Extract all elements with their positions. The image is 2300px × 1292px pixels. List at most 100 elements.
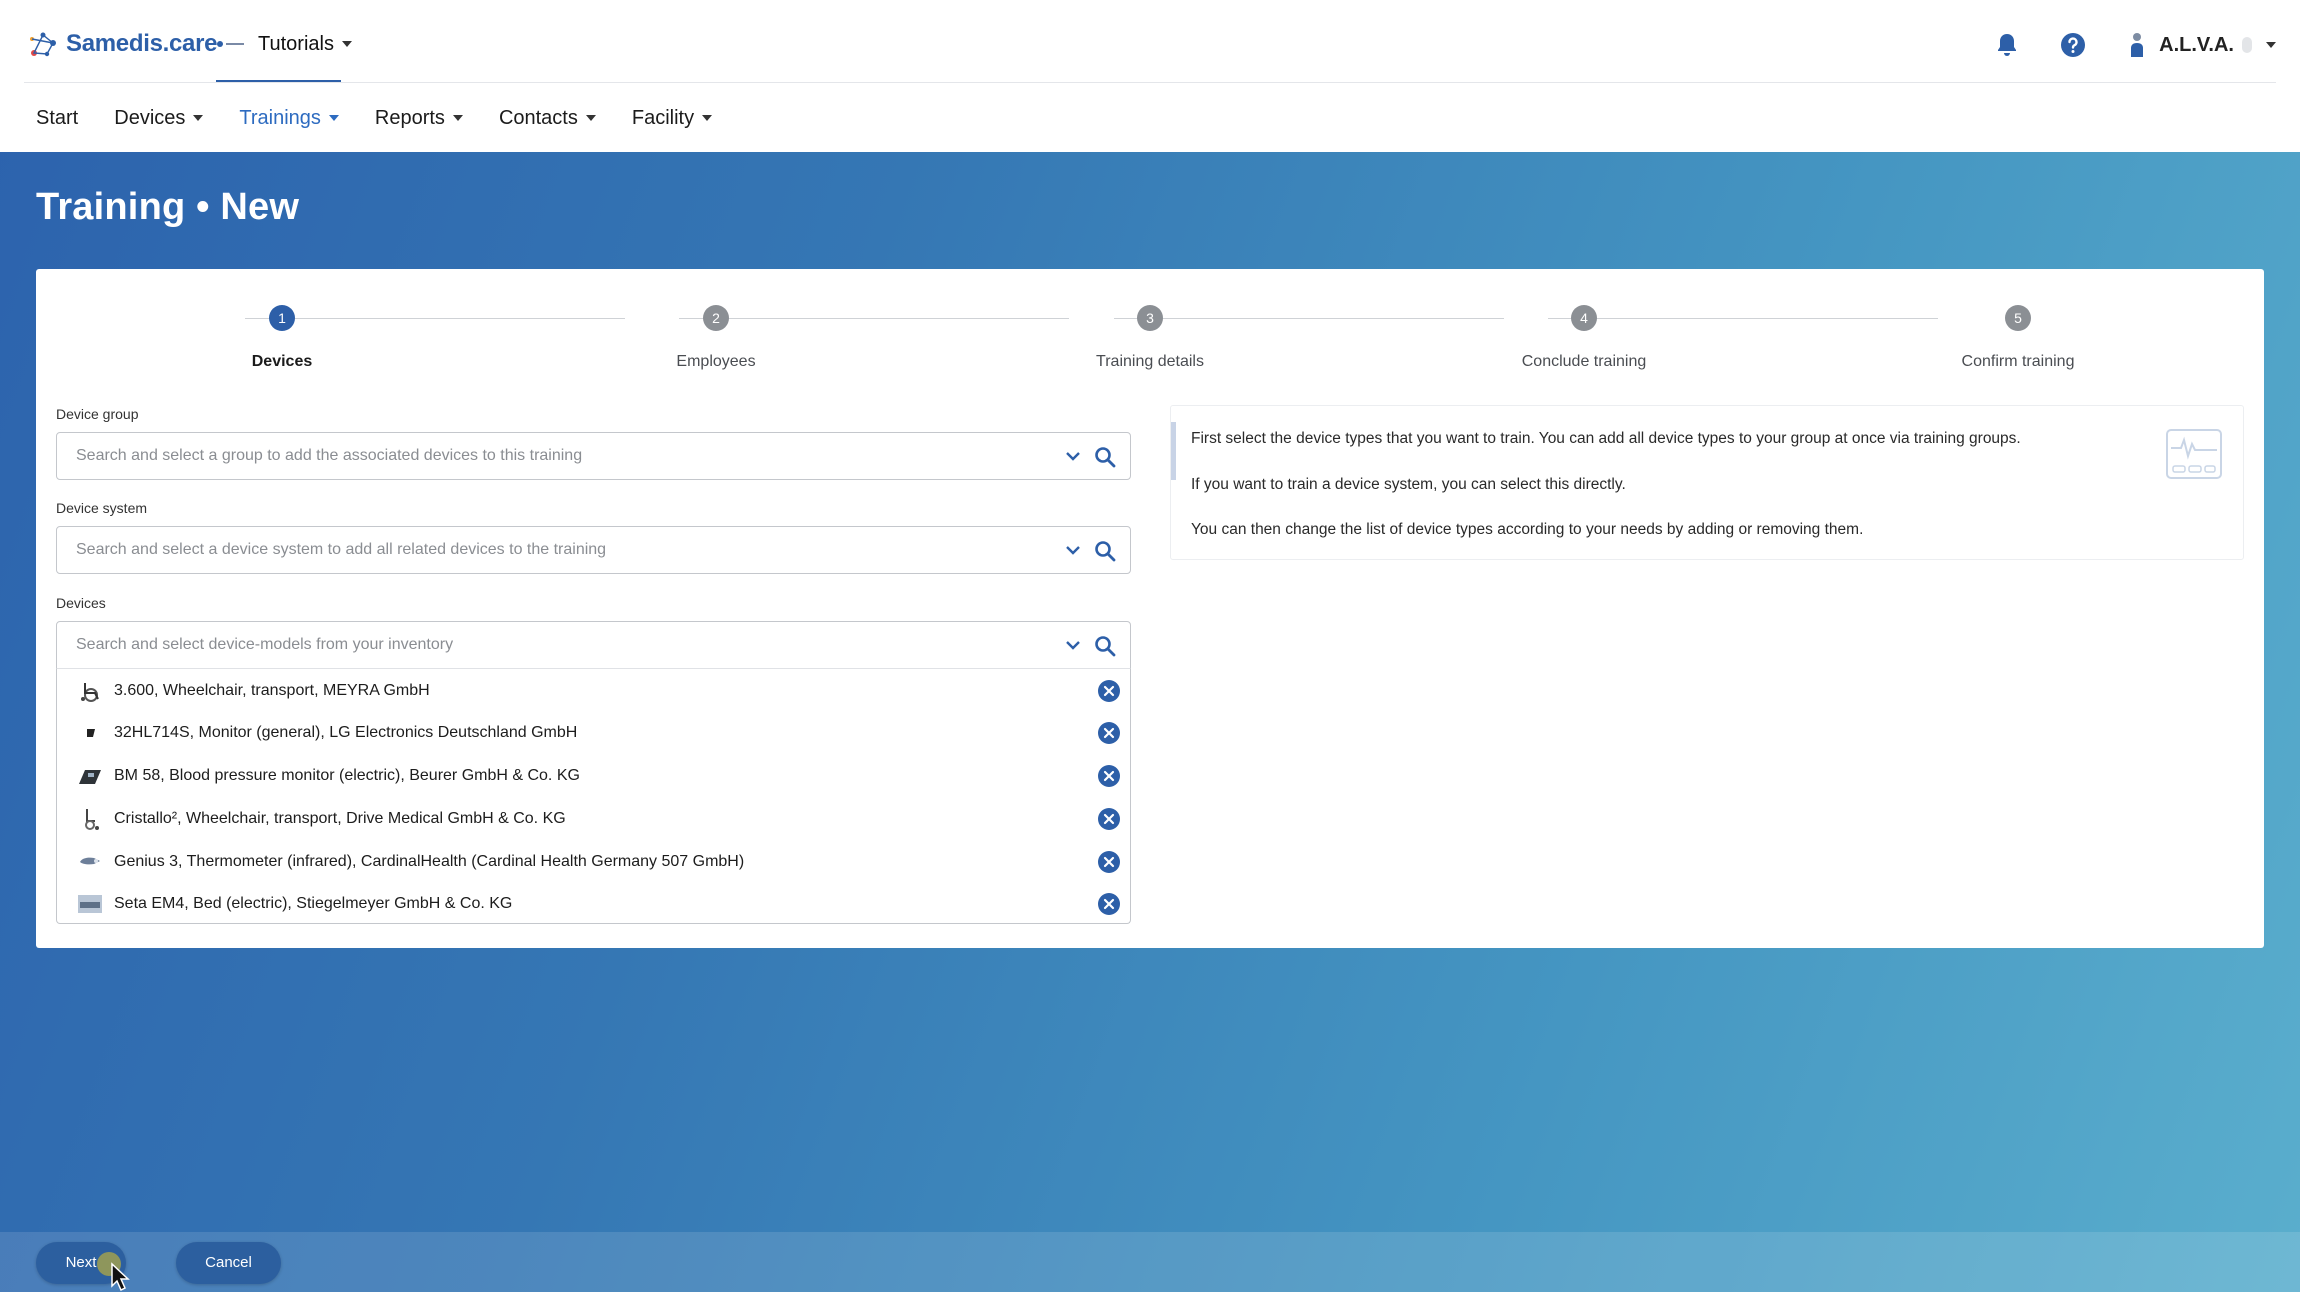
step-label: Employees [676, 353, 756, 370]
nav-item-facility[interactable]: Facility [631, 106, 713, 130]
list-item: 32HL714S, Monitor (general), LG Electron… [57, 712, 1130, 754]
nav-item-label: Contacts [498, 106, 578, 129]
bed-thumbnail [78, 895, 102, 913]
device-system-select[interactable]: Search and select a device system to add… [56, 526, 1131, 574]
close-icon [1103, 813, 1115, 825]
list-item: Genius 3, Thermometer (infrared), Cardin… [57, 841, 1130, 883]
remove-device-button[interactable] [1098, 765, 1120, 787]
wheelchair-thumbnail [81, 683, 99, 702]
remove-device-button[interactable] [1098, 893, 1120, 915]
remove-device-button[interactable] [1098, 808, 1120, 830]
close-icon [1103, 727, 1115, 739]
brand-logo[interactable]: Samedis.care [26, 24, 217, 64]
devices-label: Devices [56, 595, 106, 611]
step-label: Training details [1096, 353, 1204, 370]
nav-item-label: Facility [631, 106, 695, 129]
step-conclude-training[interactable]: 4 Conclude training [1484, 305, 1684, 371]
header-divider [24, 82, 2276, 83]
info-text: First select the device types that you w… [1191, 430, 2021, 447]
tenant-label: Tutorials [258, 32, 334, 55]
samedis-logo-icon [30, 32, 56, 57]
close-icon [1103, 856, 1115, 868]
info-text: If you want to train a device system, yo… [1191, 476, 1626, 493]
device-group-select[interactable]: Search and select a group to add the ass… [56, 432, 1131, 480]
user-avatar-icon [2131, 33, 2144, 57]
cancel-button[interactable]: Cancel [176, 1242, 281, 1284]
info-hint-box: First select the device types that you w… [1170, 405, 2244, 560]
help-icon[interactable] [2059, 31, 2087, 59]
medical-monitor-icon [2166, 429, 2222, 479]
step-label: Devices [251, 353, 313, 370]
search-icon[interactable] [1094, 446, 1116, 468]
user-menu[interactable]: A.L.V.A. [2125, 31, 2276, 59]
device-label: 32HL714S, Monitor (general), LG Electron… [114, 724, 578, 741]
notifications-bell-icon[interactable] [1993, 31, 2021, 59]
chevron-down-icon [328, 115, 339, 121]
close-icon [1103, 898, 1115, 910]
remove-device-button[interactable] [1098, 851, 1120, 873]
nav-item-label: Start [36, 106, 79, 129]
step-number: 2 [703, 305, 729, 331]
nav-item-label: Reports [374, 106, 445, 129]
top-bar: Samedis.care Tutorials A.L.V.A. Start De… [0, 0, 2300, 152]
chevron-down-icon[interactable] [1064, 541, 1082, 559]
wheelchair-thumbnail [85, 809, 99, 830]
brand-name: Samedis.care [66, 30, 218, 57]
remove-device-button[interactable] [1098, 680, 1120, 702]
step-employees[interactable]: 2 Employees [616, 305, 816, 371]
step-training-details[interactable]: 3 Training details [1050, 305, 1250, 371]
device-system-label: Device system [56, 500, 148, 516]
chevron-down-icon [585, 115, 596, 121]
step-confirm-training[interactable]: 5 Confirm training [1918, 305, 2118, 371]
step-number: 5 [2005, 305, 2031, 331]
nav-item-contacts[interactable]: Contacts [499, 107, 596, 130]
list-item: Seta EM4, Bed (electric), Stiegelmeyer G… [57, 883, 1130, 925]
chevron-down-icon [193, 115, 204, 121]
device-label: BM 58, Blood pressure monitor (electric)… [114, 767, 580, 784]
devices-placeholder: Search and select device-models from you… [76, 636, 454, 653]
top-actions: A.L.V.A. [1955, 26, 2276, 64]
close-icon [1103, 685, 1115, 697]
chevron-down-icon [2266, 42, 2276, 48]
nav-item-reports[interactable]: Reports [375, 107, 463, 130]
nav-item-devices[interactable]: Devices [114, 106, 204, 130]
close-icon [1103, 770, 1115, 782]
search-icon[interactable] [1094, 635, 1116, 657]
device-label: Cristallo², Wheelchair, transport, Drive… [114, 810, 566, 827]
step-devices[interactable]: 1 Devices [182, 305, 382, 371]
device-group-label: Device group [56, 406, 139, 422]
selected-devices-list: 3.600, Wheelchair, transport, MEYRA GmbH… [56, 668, 1131, 924]
step-number: 3 [1137, 305, 1163, 331]
chevron-down-icon [452, 115, 463, 121]
nav-item-label: Devices [114, 106, 186, 129]
device-system-placeholder: Search and select a device system to add… [76, 541, 607, 558]
monitor-thumbnail [87, 729, 95, 737]
nav-item-label: Trainings [239, 106, 321, 129]
blood-pressure-monitor-thumbnail [79, 770, 101, 784]
chevron-down-icon[interactable] [1064, 447, 1082, 465]
user-name: A.L.V.A. [2159, 33, 2234, 56]
devices-select[interactable]: Search and select device-models from you… [56, 621, 1131, 669]
step-label: Confirm training [1961, 353, 2075, 370]
nav-item-start[interactable]: Start [36, 107, 78, 130]
step-number: 4 [1571, 305, 1597, 331]
user-status-icon [2242, 37, 2252, 53]
device-label: 3.600, Wheelchair, transport, MEYRA GmbH [114, 682, 430, 699]
nav-item-trainings[interactable]: Trainings [239, 107, 339, 130]
step-label: Conclude training [1521, 353, 1647, 370]
chevron-down-icon[interactable] [1064, 636, 1082, 654]
search-icon[interactable] [1094, 540, 1116, 562]
list-item: BM 58, Blood pressure monitor (electric)… [57, 755, 1130, 797]
main-navigation: Start Devices Trainings Reports Contacts… [36, 100, 748, 136]
thermometer-thumbnail [80, 857, 100, 865]
mouse-pointer-icon [111, 1262, 130, 1292]
stepper: 1 Devices 2 Employees 3 Training details… [36, 287, 2264, 370]
device-group-placeholder: Search and select a group to add the ass… [76, 447, 583, 464]
tenant-selector[interactable]: Tutorials [216, 22, 352, 66]
page-title: Training • New [36, 186, 300, 228]
list-item: Cristallo², Wheelchair, transport, Drive… [57, 798, 1130, 840]
remove-device-button[interactable] [1098, 722, 1120, 744]
device-label: Seta EM4, Bed (electric), Stiegelmeyer G… [114, 895, 513, 912]
step-number: 1 [269, 305, 295, 331]
info-accent-bar [1171, 422, 1176, 480]
